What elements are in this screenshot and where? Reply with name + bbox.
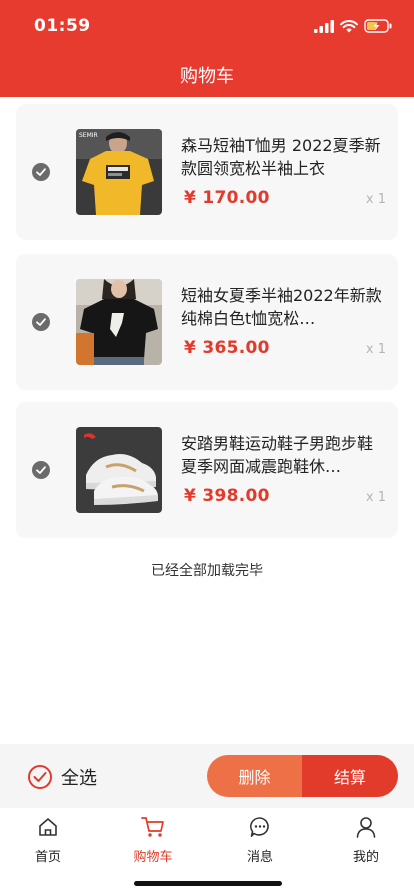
battery-charging-icon bbox=[364, 19, 392, 33]
status-icons bbox=[314, 19, 392, 33]
check-icon bbox=[36, 168, 46, 176]
product-price: ¥ 398.00 bbox=[184, 486, 270, 506]
tab-messages[interactable]: 消息 bbox=[220, 814, 300, 865]
black-tshirt-image bbox=[76, 279, 162, 365]
product-title[interactable]: 安踏男鞋运动鞋子男跑步鞋夏季网面减震跑鞋休… bbox=[181, 432, 386, 478]
product-price: ¥ 365.00 bbox=[184, 338, 270, 358]
tab-messages-label: 消息 bbox=[246, 850, 273, 865]
svg-text:SEMIR: SEMIR bbox=[79, 132, 98, 139]
signal-icon bbox=[314, 19, 334, 33]
check-icon bbox=[33, 772, 47, 782]
cart-item[interactable]: 短袖女夏季半袖2022年新款纯棉白色t恤宽松… ¥ 365.00 x 1 bbox=[16, 254, 398, 390]
tab-profile[interactable]: 我的 bbox=[326, 814, 406, 865]
tab-profile-label: 我的 bbox=[352, 850, 379, 865]
cart-item[interactable]: SEMIR 森马短袖T恤男 2022夏季新款圆领宽松半袖上衣 ¥ 170.00 … bbox=[16, 104, 398, 240]
item-checkbox[interactable] bbox=[32, 461, 50, 479]
select-all-checkbox[interactable] bbox=[28, 765, 52, 789]
wifi-icon bbox=[340, 19, 358, 32]
cart-item[interactable]: 安踏男鞋运动鞋子男跑步鞋夏季网面减震跑鞋休… ¥ 398.00 x 1 bbox=[16, 402, 398, 538]
product-title[interactable]: 短袖女夏季半袖2022年新款纯棉白色t恤宽松… bbox=[181, 284, 386, 330]
tab-home-label: 首页 bbox=[34, 850, 61, 865]
product-quantity: x 1 bbox=[365, 490, 386, 505]
select-all-toggle[interactable]: 全选 bbox=[28, 764, 97, 790]
user-icon bbox=[356, 817, 376, 838]
tab-home[interactable]: 首页 bbox=[8, 814, 88, 865]
product-quantity: x 1 bbox=[365, 342, 386, 357]
product-quantity: x 1 bbox=[365, 192, 386, 207]
status-bar: 01:59 bbox=[0, 14, 414, 40]
tab-cart-label: 购物车 bbox=[133, 850, 173, 865]
product-image[interactable] bbox=[76, 427, 162, 513]
cart-icon bbox=[141, 817, 164, 837]
checkout-bar: 全选 删除 结算 bbox=[0, 744, 414, 808]
product-image[interactable]: SEMIR bbox=[76, 129, 162, 215]
yellow-tshirt-image: SEMIR bbox=[76, 129, 162, 215]
select-all-label[interactable]: 全选 bbox=[61, 764, 97, 790]
app-header: 01:59 购物车 bbox=[0, 0, 414, 97]
home-icon bbox=[39, 818, 57, 836]
product-price: ¥ 170.00 bbox=[184, 188, 270, 208]
checkout-buttons: 删除 结算 bbox=[207, 755, 398, 797]
page-title: 购物车 bbox=[180, 66, 234, 87]
item-checkbox[interactable] bbox=[32, 313, 50, 331]
product-image[interactable] bbox=[76, 279, 162, 365]
sneakers-image bbox=[76, 427, 162, 513]
check-icon bbox=[36, 318, 46, 326]
item-checkbox[interactable] bbox=[32, 163, 50, 181]
message-icon bbox=[250, 817, 269, 837]
delete-button[interactable]: 删除 bbox=[207, 755, 302, 797]
status-time: 01:59 bbox=[34, 16, 91, 36]
tab-bar: 首页 购物车 消息 我的 bbox=[0, 808, 414, 896]
tab-cart[interactable]: 购物车 bbox=[113, 814, 193, 865]
settle-button[interactable]: 结算 bbox=[302, 755, 398, 797]
check-icon bbox=[36, 466, 46, 474]
list-end-text: 已经全部加载完毕 bbox=[151, 563, 263, 579]
home-indicator bbox=[134, 881, 282, 886]
product-title[interactable]: 森马短袖T恤男 2022夏季新款圆领宽松半袖上衣 bbox=[181, 134, 386, 180]
